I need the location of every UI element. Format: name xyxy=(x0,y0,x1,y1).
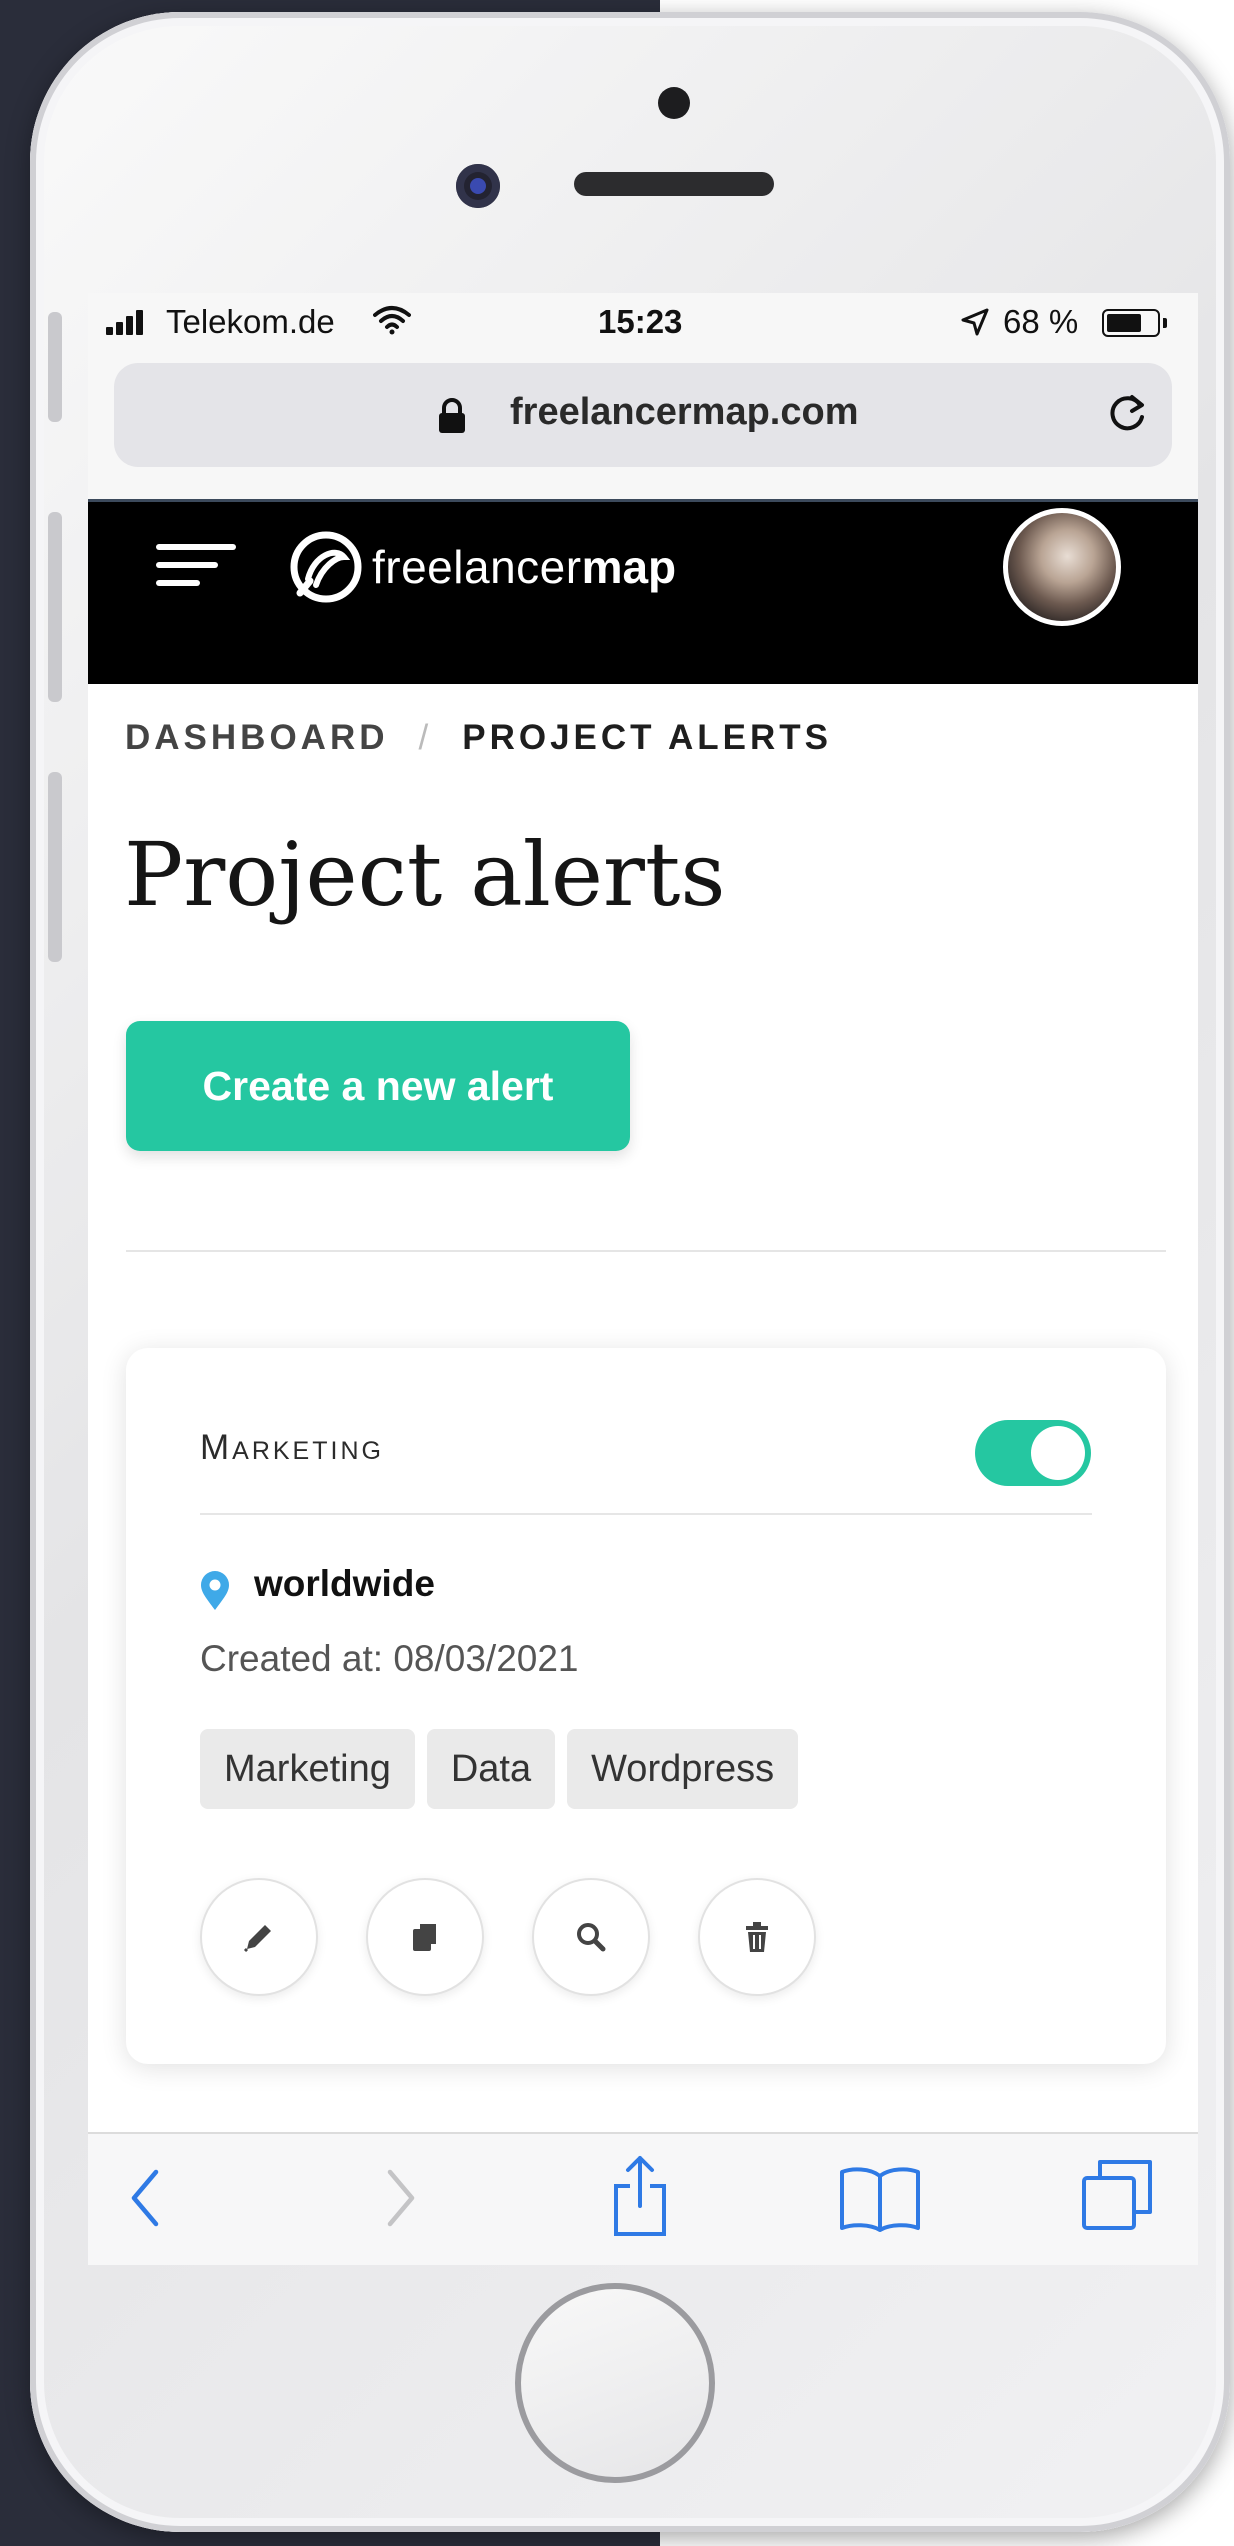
alert-title: Marketing xyxy=(200,1428,384,1467)
logo-text-freelancer: freelancer xyxy=(372,541,582,593)
alert-created-date: Created at: 08/03/2021 xyxy=(200,1638,579,1679)
card-divider xyxy=(200,1513,1092,1515)
phone-screen: Telekom.de 15:23 68 % freelancermap.com xyxy=(88,293,1198,2265)
lock-icon xyxy=(439,398,465,433)
front-camera xyxy=(456,164,500,208)
search-alert-button[interactable] xyxy=(532,1878,650,1996)
status-bar: Telekom.de 15:23 68 % xyxy=(88,293,1198,353)
url-text: freelancermap.com xyxy=(510,391,859,433)
logo-mark-icon xyxy=(290,531,362,603)
breadcrumb: DASHBOARD / PROJECT ALERTS xyxy=(125,718,832,758)
reload-icon[interactable] xyxy=(1104,391,1150,437)
menu-icon[interactable] xyxy=(156,540,236,590)
site-header: freelancer map xyxy=(88,499,1198,684)
freelancermap-logo[interactable]: freelancer map xyxy=(286,522,676,612)
mute-switch xyxy=(48,312,62,422)
wifi-icon xyxy=(373,306,411,335)
breadcrumb-separator: / xyxy=(418,718,433,757)
address-bar[interactable]: freelancermap.com xyxy=(114,363,1172,467)
tag-marketing: Marketing xyxy=(200,1729,415,1809)
battery-icon xyxy=(1102,309,1160,337)
search-icon xyxy=(577,1923,606,1952)
location-pin-icon xyxy=(201,1571,229,1610)
battery-tip xyxy=(1163,318,1167,328)
volume-down-button xyxy=(48,772,62,962)
browser-toolbar xyxy=(88,2132,1198,2265)
breadcrumb-dashboard-link[interactable]: DASHBOARD xyxy=(125,718,389,758)
edit-alert-button[interactable] xyxy=(200,1878,318,1996)
section-divider xyxy=(126,1250,1166,1252)
alert-actions xyxy=(200,1878,816,1996)
signal-icon xyxy=(106,309,143,335)
create-alert-button[interactable]: Create a new alert xyxy=(126,1021,630,1151)
back-icon[interactable] xyxy=(126,2166,166,2230)
delete-alert-button[interactable] xyxy=(698,1878,816,1996)
logo-text-map: map xyxy=(581,541,677,593)
trash-icon xyxy=(746,1922,768,1952)
clock: 15:23 xyxy=(598,303,683,340)
duplicate-alert-button[interactable] xyxy=(366,1878,484,1996)
page-title: Project alerts xyxy=(124,823,726,926)
battery-percentage: 68 % xyxy=(1003,303,1079,340)
bookmarks-icon[interactable] xyxy=(838,2164,922,2232)
volume-up-button xyxy=(48,512,62,702)
tag-wordpress: Wordpress xyxy=(567,1729,799,1809)
location-arrow-icon xyxy=(961,308,989,336)
alert-card: Marketing worldwide Created at: 08/03/20… xyxy=(126,1348,1166,2064)
alert-toggle[interactable] xyxy=(975,1420,1091,1486)
carrier-name: Telekom.de xyxy=(166,303,335,340)
forward-icon[interactable] xyxy=(380,2166,420,2230)
home-button[interactable] xyxy=(515,2283,715,2483)
pencil-icon xyxy=(243,1925,271,1953)
copy-icon xyxy=(413,1922,438,1951)
browser-address-area: freelancermap.com xyxy=(88,353,1198,499)
alert-location: worldwide xyxy=(254,1563,435,1604)
user-avatar[interactable] xyxy=(1003,508,1121,626)
breadcrumb-current: PROJECT ALERTS xyxy=(462,718,832,757)
tabs-icon[interactable] xyxy=(1078,2156,1158,2236)
alert-tags: Marketing Data Wordpress xyxy=(200,1729,799,1809)
earpiece-speaker xyxy=(574,172,774,196)
share-icon[interactable] xyxy=(608,2154,672,2238)
tag-data: Data xyxy=(426,1729,556,1809)
proximity-sensor xyxy=(658,87,690,119)
